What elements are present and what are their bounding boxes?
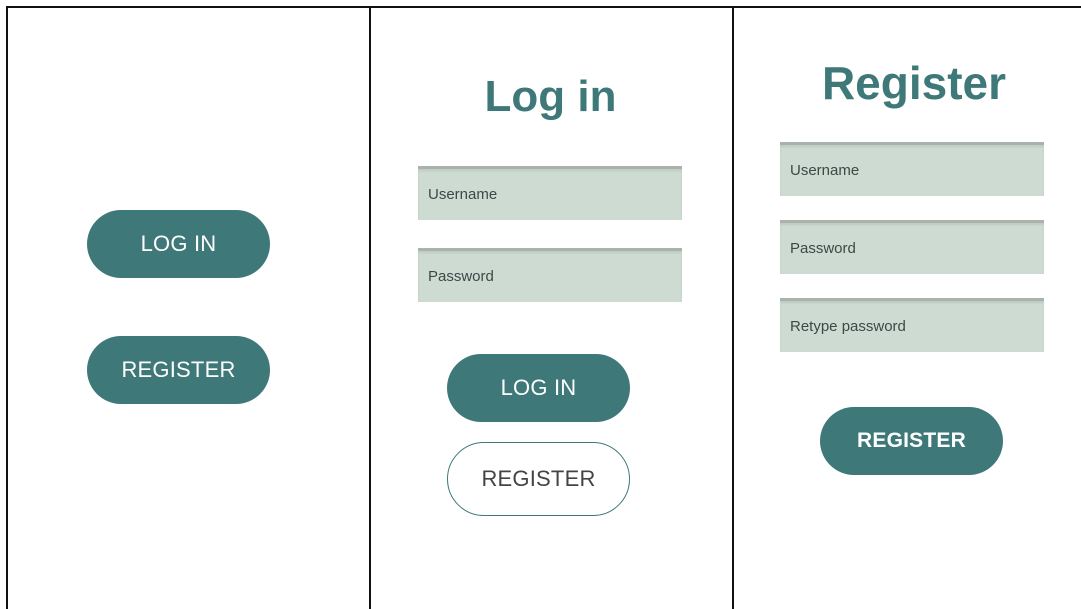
password-input[interactable]: Password <box>780 220 1044 274</box>
login-screen: Log in Username Password LOG IN REGISTER <box>371 6 734 609</box>
username-input[interactable]: Username <box>780 142 1044 196</box>
retype-password-input[interactable]: Retype password <box>780 298 1044 352</box>
landing-screen: LOG IN REGISTER <box>6 6 371 609</box>
password-input[interactable]: Password <box>418 248 682 302</box>
register-button[interactable]: REGISTER <box>447 442 630 516</box>
username-input[interactable]: Username <box>418 166 682 220</box>
register-screen: Register Username Password Retype passwo… <box>734 6 1081 609</box>
page-title: Register <box>821 57 1007 109</box>
page-title: Log in <box>484 72 617 121</box>
login-button[interactable]: LOG IN <box>87 210 270 278</box>
login-button[interactable]: LOG IN <box>447 354 630 422</box>
register-button[interactable]: REGISTER <box>87 336 270 404</box>
register-button[interactable]: REGISTER <box>820 407 1003 475</box>
